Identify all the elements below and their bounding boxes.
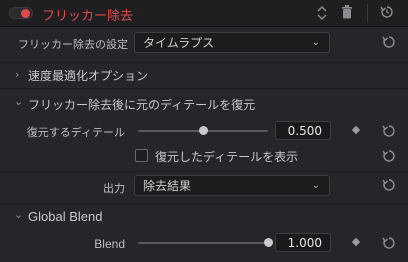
deflicker-setting-dropdown[interactable]: タイムラプス ⌄ bbox=[134, 32, 330, 53]
effect-enable-toggle[interactable] bbox=[9, 7, 33, 19]
reset-icon[interactable] bbox=[382, 149, 396, 166]
chevron-right-icon[interactable]: › bbox=[15, 68, 19, 81]
show-restored-detail-checkbox[interactable] bbox=[135, 149, 148, 162]
chevron-updown-icon[interactable] bbox=[317, 5, 327, 24]
show-restored-detail-label: 復元したディテールを表示 bbox=[155, 150, 299, 164]
blend-slider-track[interactable] bbox=[138, 242, 268, 244]
blend-slider-thumb[interactable] bbox=[263, 238, 273, 247]
chevron-down-icon[interactable]: ⌄ bbox=[14, 95, 23, 108]
divider bbox=[0, 88, 408, 89]
blend-value[interactable]: 1.000 bbox=[275, 233, 331, 252]
global-blend-section[interactable]: Global Blend bbox=[28, 209, 102, 224]
reset-icon[interactable] bbox=[382, 178, 396, 195]
output-label: 出力 bbox=[103, 182, 125, 195]
divider bbox=[0, 203, 408, 204]
toggle-knob bbox=[21, 9, 30, 18]
divider bbox=[0, 171, 408, 172]
keyframe-diamond-icon[interactable] bbox=[351, 125, 361, 135]
effect-title: フリッカー除去 bbox=[42, 9, 134, 24]
reset-icon[interactable] bbox=[382, 124, 396, 141]
trash-icon[interactable] bbox=[341, 5, 353, 22]
output-dropdown[interactable]: 除去結果 ⌄ bbox=[134, 175, 330, 196]
chevron-down-icon: ⌄ bbox=[311, 37, 320, 48]
restore-detail-section[interactable]: フリッカー除去後に元のディテールを復元 bbox=[28, 96, 255, 113]
restore-detail-slider-thumb[interactable] bbox=[198, 126, 208, 135]
reset-icon[interactable] bbox=[382, 35, 396, 52]
deflicker-setting-label: フリッカー除去の設定 bbox=[18, 38, 128, 51]
chevron-down-icon: ⌄ bbox=[311, 180, 320, 191]
deflicker-setting-value: タイムラプス bbox=[143, 36, 215, 50]
keyframe-diamond-icon[interactable] bbox=[351, 237, 361, 247]
restore-detail-label: 復元するディテール bbox=[26, 126, 125, 139]
output-value: 除去結果 bbox=[143, 179, 192, 193]
reset-icon[interactable] bbox=[382, 236, 396, 253]
header-separator bbox=[367, 4, 368, 22]
reset-icon[interactable] bbox=[380, 5, 394, 22]
chevron-down-icon[interactable]: ⌄ bbox=[14, 208, 23, 221]
blend-label: Blend bbox=[94, 237, 125, 251]
speed-options-section[interactable]: 速度最適化オプション bbox=[28, 67, 148, 84]
divider bbox=[0, 62, 408, 63]
restore-detail-value[interactable]: 0.500 bbox=[275, 121, 331, 140]
